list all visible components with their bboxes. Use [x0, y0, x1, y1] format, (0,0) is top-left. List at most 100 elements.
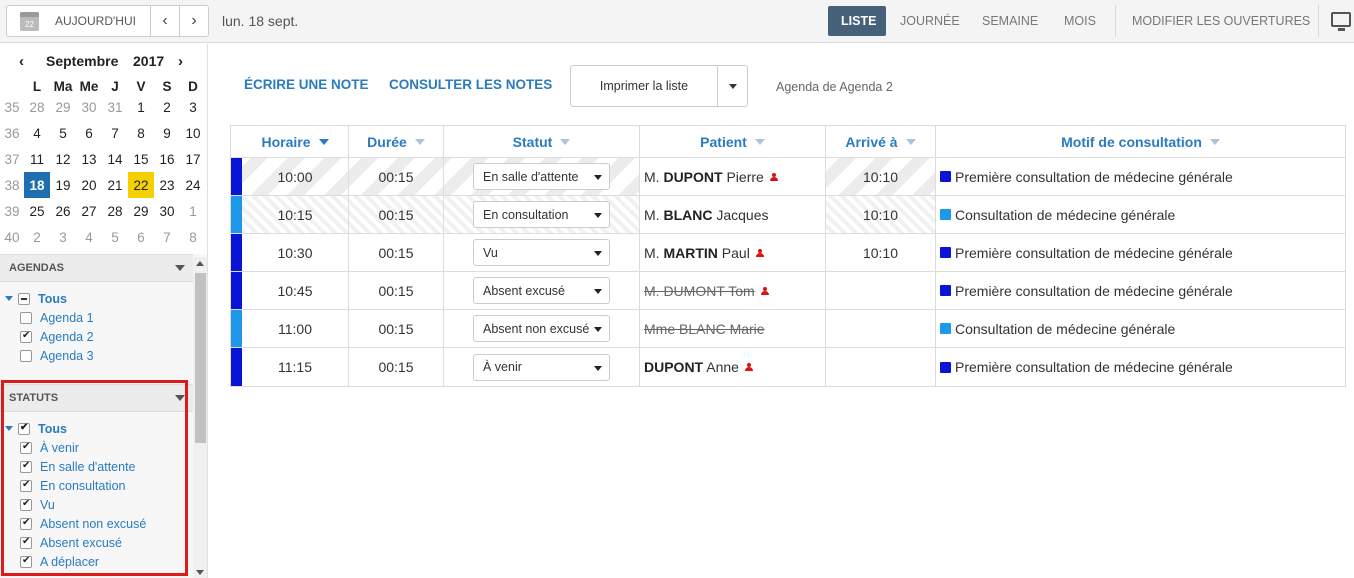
calendar-day[interactable]: 4: [76, 224, 102, 250]
statut-item[interactable]: À venir: [0, 438, 193, 457]
cell-patient[interactable]: DUPONT Anne: [640, 348, 826, 386]
column-header-arrive[interactable]: Arrivé à: [826, 126, 936, 157]
table-row[interactable]: 11:15 00:15 À venir DUPONT Anne Première con…: [231, 348, 1345, 386]
statut-item[interactable]: En consultation: [0, 476, 193, 495]
cell-patient[interactable]: Mme BLANC Marie: [640, 310, 826, 347]
calendar-day[interactable]: 29: [128, 198, 154, 224]
calendar-day[interactable]: 17: [180, 146, 206, 172]
statut-checkbox[interactable]: [20, 479, 32, 492]
statut-item[interactable]: Absent non excusé: [0, 514, 193, 533]
calendar-day[interactable]: 26: [50, 198, 76, 224]
calendar-day[interactable]: 16: [154, 146, 180, 172]
statut-checkbox[interactable]: [20, 536, 32, 549]
next-day-button[interactable]: ›: [179, 5, 209, 37]
calendar-day[interactable]: 13: [76, 146, 102, 172]
expand-toggle-icon[interactable]: [5, 296, 13, 301]
scrollbar-thumb[interactable]: [195, 273, 206, 443]
calendar-day[interactable]: 30: [154, 198, 180, 224]
calendar-day[interactable]: 8: [128, 120, 154, 146]
calendar-day[interactable]: 28: [102, 198, 128, 224]
calendar-day[interactable]: 28: [24, 94, 50, 120]
status-select[interactable]: En salle d'attente: [473, 163, 610, 190]
patient-name[interactable]: M. DUPONT Pierre: [644, 169, 764, 185]
cell-patient[interactable]: M. DUMONT Tom: [640, 272, 826, 309]
tab-journee[interactable]: JOURNÉE: [900, 6, 960, 36]
calendar-day[interactable]: 14: [102, 146, 128, 172]
agenda-item[interactable]: Agenda 1: [0, 308, 193, 327]
calendar-day[interactable]: 2: [154, 94, 180, 120]
agendas-all-checkbox[interactable]: [18, 292, 30, 305]
calendar-day[interactable]: 24: [180, 172, 206, 198]
calendar-day[interactable]: 29: [50, 94, 76, 120]
calendar-day[interactable]: 7: [154, 224, 180, 250]
calendar-day[interactable]: 5: [102, 224, 128, 250]
statut-item[interactable]: Absent excusé: [0, 533, 193, 552]
calendar-day[interactable]: 23: [154, 172, 180, 198]
calendar-day[interactable]: 6: [128, 224, 154, 250]
status-select[interactable]: Absent non excusé: [473, 315, 610, 342]
statut-item[interactable]: En salle d'attente: [0, 457, 193, 476]
column-header-motif[interactable]: Motif de consultation: [936, 126, 1345, 157]
calendar-day[interactable]: 27: [76, 198, 102, 224]
calendar-day[interactable]: 19: [50, 172, 76, 198]
chevron-left-icon[interactable]: ‹: [19, 53, 24, 70]
statut-item[interactable]: A déplacer: [0, 552, 193, 571]
patient-name[interactable]: Mme BLANC Marie: [644, 321, 765, 337]
statut-checkbox[interactable]: [20, 517, 32, 530]
calendar-day[interactable]: 3: [180, 94, 206, 120]
calendar-day[interactable]: 20: [76, 172, 102, 198]
calendar-day[interactable]: 25: [24, 198, 50, 224]
scroll-down-icon[interactable]: [196, 570, 204, 575]
column-header-patient[interactable]: Patient: [640, 126, 826, 157]
agendas-section-header[interactable]: AGENDAS: [0, 254, 193, 282]
today-button[interactable]: 22 AUJOURD'HUI: [6, 5, 151, 37]
column-header-statut[interactable]: Statut: [444, 126, 640, 157]
tab-semaine[interactable]: SEMAINE: [982, 6, 1038, 36]
calendar-day[interactable]: 2: [24, 224, 50, 250]
statuts-section-header[interactable]: STATUTS: [0, 384, 193, 412]
calendar-day[interactable]: 18: [24, 172, 50, 198]
scroll-up-icon[interactable]: [196, 261, 204, 266]
tab-liste[interactable]: LISTE: [828, 6, 886, 36]
table-row[interactable]: 10:30 00:15 Vu M. MARTIN Paul 10:10 Première …: [231, 234, 1345, 272]
calendar-day[interactable]: 30: [76, 94, 102, 120]
patient-name[interactable]: M. DUMONT Tom: [644, 283, 755, 299]
column-header-duree[interactable]: Durée: [349, 126, 444, 157]
calendar-day[interactable]: 1: [128, 94, 154, 120]
calendar-day[interactable]: 21: [102, 172, 128, 198]
table-row[interactable]: 11:00 00:15 Absent non excusé Mme BLANC Mar…: [231, 310, 1345, 348]
status-select[interactable]: À venir: [473, 353, 610, 381]
patient-name[interactable]: M. BLANC Jacques: [644, 207, 769, 223]
expand-toggle-icon[interactable]: [5, 426, 13, 431]
statut-item[interactable]: Vu: [0, 495, 193, 514]
tab-mois[interactable]: MOIS: [1064, 6, 1096, 36]
calendar-day[interactable]: 1: [180, 198, 206, 224]
column-header-horaire[interactable]: Horaire: [242, 126, 349, 157]
patient-name[interactable]: M. MARTIN Paul: [644, 245, 750, 261]
statut-checkbox[interactable]: [20, 441, 32, 454]
statut-checkbox[interactable]: [20, 460, 32, 473]
previous-day-button[interactable]: ‹: [150, 5, 180, 37]
agenda-checkbox[interactable]: [20, 330, 32, 343]
view-notes-link[interactable]: CONSULTER LES NOTES: [389, 77, 552, 92]
agenda-item[interactable]: Agenda 2: [0, 327, 193, 346]
print-list-button[interactable]: Imprimer la liste: [571, 66, 718, 106]
status-select[interactable]: Vu: [473, 239, 610, 266]
calendar-day[interactable]: 11: [24, 146, 50, 172]
calendar-day[interactable]: 15: [128, 146, 154, 172]
write-note-link[interactable]: ÉCRIRE UNE NOTE: [244, 77, 369, 92]
status-select[interactable]: En consultation: [473, 201, 610, 228]
statuts-all-checkbox[interactable]: [18, 422, 30, 435]
cell-patient[interactable]: M. DUPONT Pierre: [640, 158, 826, 195]
agendas-root[interactable]: Tous: [0, 289, 193, 308]
calendar-day[interactable]: 4: [24, 120, 50, 146]
table-row[interactable]: 10:15 00:15 En consultation M. BLANC Jacque…: [231, 196, 1345, 234]
statuts-root[interactable]: Tous: [0, 419, 193, 438]
cell-patient[interactable]: M. MARTIN Paul: [640, 234, 826, 271]
calendar-day[interactable]: 3: [50, 224, 76, 250]
calendar-day[interactable]: 9: [154, 120, 180, 146]
patient-name[interactable]: DUPONT Anne: [644, 359, 739, 375]
statut-checkbox[interactable]: [20, 498, 32, 511]
calendar-day[interactable]: 8: [180, 224, 206, 250]
chevron-right-icon[interactable]: ›: [178, 53, 183, 70]
